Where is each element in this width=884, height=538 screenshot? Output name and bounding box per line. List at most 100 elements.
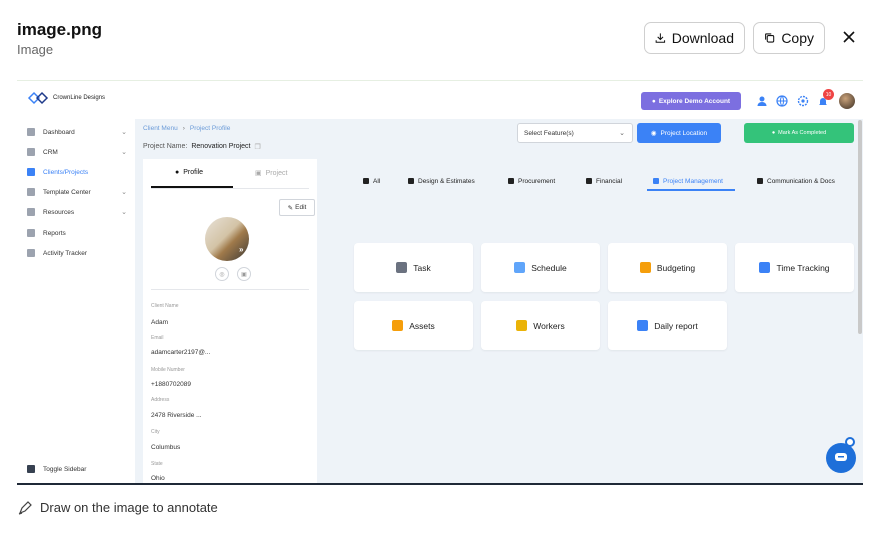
field-label: Address bbox=[151, 397, 170, 403]
communication-icon bbox=[757, 178, 763, 184]
tab-project-label: Project bbox=[265, 169, 288, 177]
chevron-right-icon: › bbox=[182, 125, 185, 132]
notification-badge: 10 bbox=[823, 89, 834, 100]
view-icon[interactable]: ◎ bbox=[215, 267, 229, 281]
copy-icon[interactable]: ❐ bbox=[255, 143, 261, 151]
chat-button[interactable] bbox=[826, 443, 856, 473]
mark-completed-button[interactable]: ● Mark As Completed bbox=[744, 123, 854, 143]
sidebar-item-label: Clients/Projects bbox=[43, 168, 89, 176]
field-value: Adam bbox=[151, 319, 168, 326]
explore-demo-button[interactable]: ● Explore Demo Account bbox=[641, 92, 741, 110]
copy-button[interactable]: Copy bbox=[753, 22, 825, 54]
tab-label: Project Management bbox=[663, 177, 723, 185]
time-tracking-icon bbox=[759, 262, 771, 273]
tab-design-estimates[interactable]: Design & Estimates bbox=[408, 174, 475, 188]
procurement-icon bbox=[508, 178, 514, 184]
sidebar-item-resources[interactable]: Resources ⌄ bbox=[27, 205, 127, 219]
edit-label: Edit bbox=[295, 204, 307, 211]
tab-label: Procurement bbox=[518, 177, 556, 185]
tab-financial[interactable]: Financial bbox=[586, 174, 622, 188]
sidebar-item-dashboard[interactable]: Dashboard ⌄ bbox=[27, 125, 127, 139]
card-task[interactable]: Task bbox=[354, 243, 473, 292]
crm-icon bbox=[27, 148, 35, 156]
profile-panel: ● Profile ▣ Project ✎ Edit » ◎ ▣ Client … bbox=[143, 159, 317, 484]
clients-icon bbox=[27, 168, 35, 176]
app-topbar: CrownLine Designs ● Explore Demo Account… bbox=[17, 81, 863, 119]
user-account-icon[interactable] bbox=[756, 95, 768, 107]
activity-icon bbox=[27, 249, 35, 257]
sidebar: Dashboard ⌄ CRM ⌄ Clients/Projects Templ… bbox=[17, 119, 135, 484]
tab-procurement[interactable]: Procurement bbox=[508, 174, 555, 188]
sidebar-item-clients-projects[interactable]: Clients/Projects bbox=[27, 165, 127, 179]
select-feature-dropdown[interactable]: Select Feature(s) ⌄ bbox=[517, 123, 633, 143]
main-content: Client Menu › Project Profile Project Na… bbox=[135, 119, 863, 484]
pencil-icon: ✎ bbox=[287, 204, 294, 212]
download-button[interactable]: Download bbox=[644, 22, 745, 54]
sidebar-item-label: CRM bbox=[43, 148, 58, 156]
card-assets[interactable]: Assets bbox=[354, 301, 473, 350]
tab-project-management[interactable]: Project Management bbox=[653, 174, 723, 188]
avatar[interactable] bbox=[839, 93, 855, 109]
globe-icon[interactable] bbox=[776, 95, 788, 107]
check-icon: ● bbox=[771, 130, 776, 136]
annotate-hint-label: Draw on the image to annotate bbox=[40, 500, 218, 515]
download-label: Download bbox=[671, 30, 734, 46]
card-workers[interactable]: Workers bbox=[481, 301, 600, 350]
sidebar-item-label: Template Center bbox=[43, 188, 91, 196]
field-value: adamcarter2197@... bbox=[151, 349, 211, 356]
tab-project[interactable]: ▣ Project bbox=[255, 169, 288, 178]
close-icon[interactable] bbox=[840, 28, 858, 46]
tab-all[interactable]: All bbox=[363, 174, 380, 188]
scrollbar[interactable] bbox=[858, 120, 862, 334]
card-label: Task bbox=[413, 262, 431, 273]
sidebar-item-template-center[interactable]: Template Center ⌄ bbox=[27, 185, 127, 199]
sidebar-item-activity-tracker[interactable]: Activity Tracker bbox=[27, 246, 127, 260]
card-daily-report[interactable]: Daily report bbox=[608, 301, 727, 350]
card-budgeting[interactable]: Budgeting bbox=[608, 243, 727, 292]
financial-icon bbox=[586, 178, 592, 184]
annotate-hint[interactable]: Draw on the image to annotate bbox=[18, 500, 218, 515]
chevron-down-icon: ⌄ bbox=[121, 189, 127, 196]
divider bbox=[17, 483, 863, 485]
edit-button[interactable]: ✎ Edit bbox=[279, 199, 315, 216]
chevron-down-icon: ⌄ bbox=[121, 209, 127, 216]
client-avatar-image bbox=[205, 217, 249, 261]
project-management-icon bbox=[653, 178, 659, 184]
toggle-sidebar-button[interactable]: Toggle Sidebar bbox=[27, 462, 127, 476]
assets-icon bbox=[392, 320, 404, 331]
breadcrumb: Client Menu › Project Profile bbox=[143, 125, 230, 132]
app-logo: CrownLine Designs bbox=[27, 91, 105, 105]
breadcrumb-root[interactable]: Client Menu bbox=[143, 125, 178, 132]
tab-profile-label: Profile bbox=[183, 169, 204, 176]
download-icon bbox=[655, 33, 666, 43]
project-name-label: Project Name: bbox=[143, 143, 188, 150]
copy-label: Copy bbox=[781, 30, 814, 46]
project-location-button[interactable]: ◉ Project Location bbox=[637, 123, 721, 143]
project-icon: ▣ bbox=[255, 170, 262, 177]
card-label: Workers bbox=[533, 320, 565, 331]
task-icon bbox=[396, 262, 408, 273]
card-schedule[interactable]: Schedule bbox=[481, 243, 600, 292]
settings-icon[interactable] bbox=[797, 95, 809, 107]
card-label: Daily report bbox=[654, 320, 698, 331]
workers-icon bbox=[516, 320, 528, 331]
grid-icon bbox=[363, 178, 369, 184]
field-value: Ohio bbox=[151, 475, 165, 482]
sidebar-item-crm[interactable]: CRM ⌄ bbox=[27, 145, 127, 159]
user-icon: ● bbox=[175, 169, 180, 176]
card-time-tracking[interactable]: Time Tracking bbox=[735, 243, 854, 292]
tab-communication-docs[interactable]: Communication & Docs bbox=[757, 174, 835, 188]
field-label: Email bbox=[151, 335, 164, 341]
budgeting-icon bbox=[639, 262, 651, 273]
mark-completed-label: Mark As Completed bbox=[778, 130, 827, 136]
template-icon bbox=[27, 188, 35, 196]
chevron-down-icon: ⌄ bbox=[121, 129, 127, 136]
delete-icon[interactable]: ▣ bbox=[237, 267, 251, 281]
tab-profile[interactable]: ● Profile bbox=[175, 169, 203, 176]
user-icon: ● bbox=[651, 97, 656, 105]
sidebar-item-reports[interactable]: Reports bbox=[27, 226, 127, 240]
field-label: Mobile Number bbox=[151, 367, 185, 373]
double-chevron-icon[interactable]: » bbox=[239, 245, 243, 254]
image-preview-modal: image.png Image Download Copy CrownLine … bbox=[0, 0, 884, 538]
app-screenshot[interactable]: CrownLine Designs ● Explore Demo Account… bbox=[17, 80, 863, 484]
